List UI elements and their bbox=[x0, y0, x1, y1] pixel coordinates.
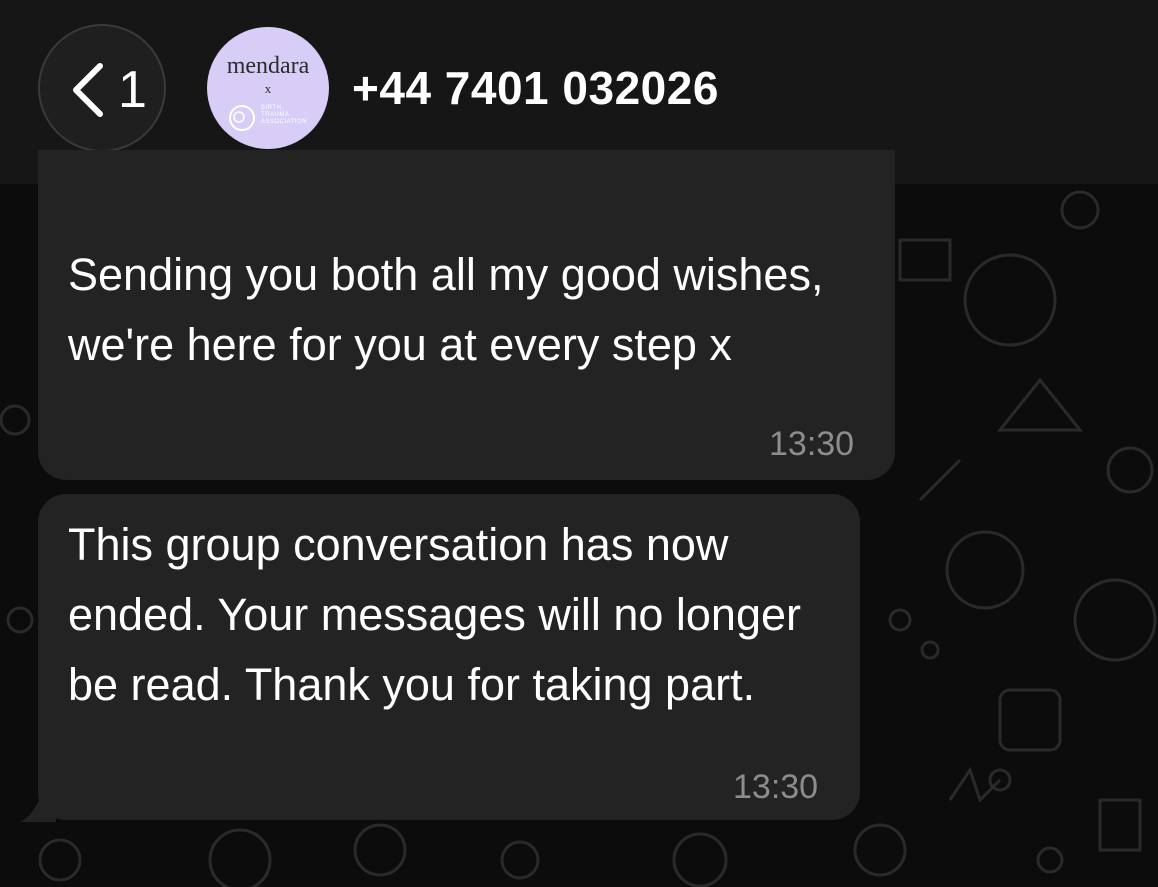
contact-name[interactable]: +44 7401 032026 bbox=[352, 60, 719, 116]
birth-trauma-logo-icon bbox=[229, 105, 255, 131]
message-text: This group conversation has now ended. Y… bbox=[68, 519, 801, 710]
avatar-brand-text: mendara bbox=[226, 53, 310, 79]
avatar-org-text: BIRTH TRAUMA ASSOCIATION bbox=[261, 105, 308, 125]
avatar-separator: x bbox=[264, 81, 272, 96]
message-timestamp: 13:30 bbox=[769, 425, 855, 463]
chevron-left-icon bbox=[73, 63, 103, 117]
message-text: Sending you both all my good wishes, we'… bbox=[68, 249, 824, 370]
avatar[interactable]: mendara x BIRTH TRAUMA ASSOCIATION bbox=[207, 27, 329, 149]
unread-count: 1 bbox=[118, 61, 147, 119]
message-timestamp: 13:30 bbox=[733, 768, 819, 806]
back-button[interactable]: 1 bbox=[38, 24, 166, 152]
bubble-tail bbox=[20, 790, 56, 822]
